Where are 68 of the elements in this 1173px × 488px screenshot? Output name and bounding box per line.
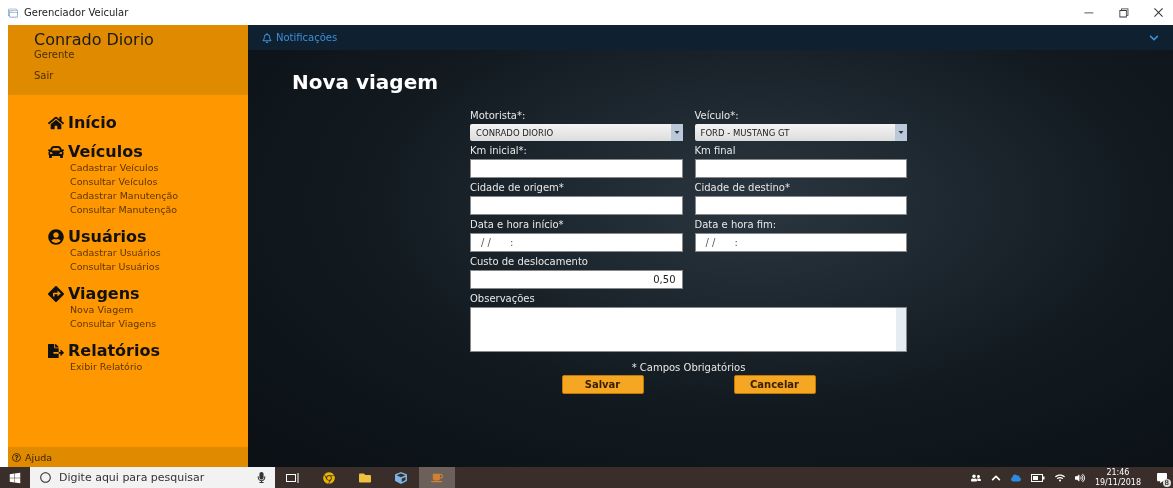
direction-sign-icon [48, 285, 64, 302]
nav-link[interactable]: Cadastrar Usuários [70, 246, 248, 260]
field-label: Km final [694, 145, 737, 156]
start-icon[interactable] [9, 471, 21, 484]
required-note: * Campos Obrigatórios [630, 362, 747, 373]
close-icon[interactable] [1152, 6, 1165, 19]
input-field[interactable]: / / : [470, 233, 683, 252]
input-field[interactable]: 0,50 [470, 270, 683, 289]
battery-icon[interactable] [1030, 473, 1045, 482]
nav-link[interactable]: Consultar Usuários [70, 260, 248, 274]
text-area[interactable] [470, 307, 907, 352]
nav-link[interactable]: Exibir Relatório [70, 360, 248, 374]
caret-icon [670, 124, 683, 141]
dropdown[interactable]: CONRADO DIORIO [470, 124, 683, 141]
field-label: Data e hora fim: [694, 219, 778, 230]
user-role: Gerente [34, 49, 76, 60]
microphone-icon[interactable] [256, 472, 267, 483]
document-icon [48, 342, 64, 359]
field-label: Data e hora início* [470, 219, 565, 230]
window-title: Gerenciador Veicular [24, 7, 129, 18]
input-field[interactable] [470, 196, 683, 215]
input-field[interactable] [694, 196, 907, 215]
help-icon [12, 452, 21, 462]
nav-link[interactable]: Consultar Viagens [70, 317, 248, 331]
restore-icon[interactable] [1117, 6, 1130, 19]
clock[interactable]: 21:46 19/11/2018 [1094, 467, 1141, 488]
chevron-icon[interactable] [1149, 32, 1159, 43]
page-title: Nova viagem [292, 70, 440, 94]
scrollbar[interactable] [896, 308, 906, 351]
nav-link[interactable]: Consultar Manutenção [70, 203, 248, 217]
nav-section[interactable]: Viagens [48, 284, 248, 303]
nav-link[interactable]: Cadastrar Manutenção [70, 189, 248, 203]
house-icon [48, 114, 64, 131]
nav-link[interactable]: Cadastrar Veículos [70, 161, 248, 175]
help-link[interactable]: Ajuda [8, 447, 248, 467]
app-icon [8, 7, 18, 18]
bell-icon [262, 32, 272, 43]
nav-section[interactable]: Relatórios [48, 341, 248, 360]
field-label: Km inicial*: [470, 145, 528, 156]
nav-section[interactable]: Usuários [48, 227, 248, 246]
input-field[interactable] [470, 159, 683, 178]
notification-icon[interactable] [1157, 472, 1167, 483]
nav-section[interactable]: Início [48, 113, 248, 132]
nav-link[interactable]: Nova Viagem [70, 303, 248, 317]
field-label: Motorista*: [470, 110, 527, 121]
field-label: Cidade de origem* [470, 182, 565, 193]
people-icon[interactable] [970, 472, 981, 483]
nav-section[interactable]: Veículos [48, 142, 248, 161]
field-label: Cidade de destino* [694, 182, 791, 193]
field-label: Veículo*: [694, 110, 740, 121]
cancel-button[interactable]: Cancelar [733, 375, 816, 394]
caret-icon [895, 124, 907, 141]
logout-link[interactable]: Sair [34, 70, 222, 81]
notifications-link[interactable]: Notificações [276, 32, 338, 43]
save-button[interactable]: Salvar [561, 375, 644, 394]
wifi-icon[interactable] [1054, 472, 1065, 483]
field-label: Custo de deslocamento [470, 256, 589, 267]
field-label: Observações [470, 293, 536, 304]
speaker-icon[interactable] [1074, 472, 1085, 483]
user-icon [48, 228, 64, 245]
user-name: Conrado Diorio [34, 30, 155, 49]
input-field[interactable]: / / : [694, 233, 907, 252]
cloud-icon[interactable] [1010, 472, 1021, 483]
search-field[interactable]: Digite aqui para pesquisar [30, 467, 275, 488]
dropdown[interactable]: FORD - MUSTANG GT [694, 124, 907, 141]
car-icon [48, 143, 64, 160]
input-field[interactable] [694, 159, 907, 178]
nav-link[interactable]: Consultar Veículos [70, 175, 248, 189]
